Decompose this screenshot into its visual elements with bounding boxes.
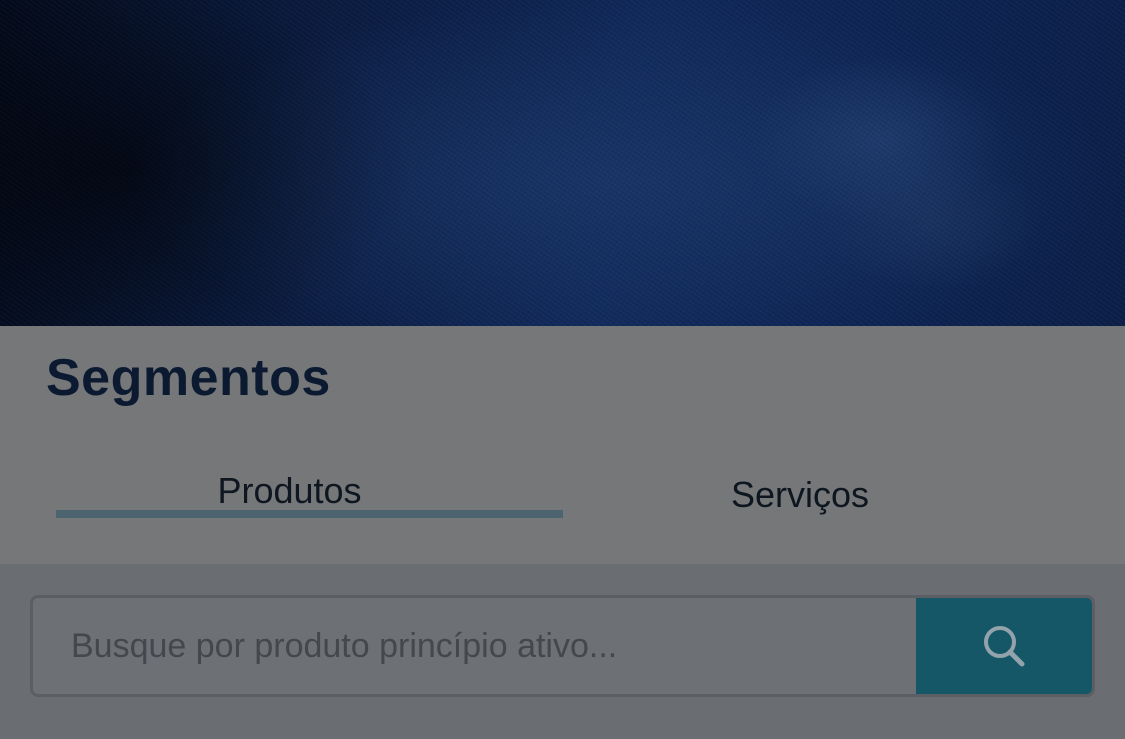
tab-produtos[interactable]: Produtos: [56, 470, 563, 512]
tab-servicos[interactable]: Serviços: [620, 474, 980, 516]
search-bar: [30, 595, 1095, 697]
search-input[interactable]: [33, 598, 917, 694]
search-button[interactable]: [916, 598, 1092, 694]
search-section: [0, 564, 1125, 739]
active-tab-indicator: [56, 510, 563, 518]
search-icon: [984, 626, 1025, 667]
hero-shadow: [0, 0, 1125, 326]
segments-section: Segmentos Produtos Serviços: [0, 326, 1125, 564]
hero-banner: [0, 0, 1125, 326]
segments-title: Segmentos: [46, 349, 331, 407]
